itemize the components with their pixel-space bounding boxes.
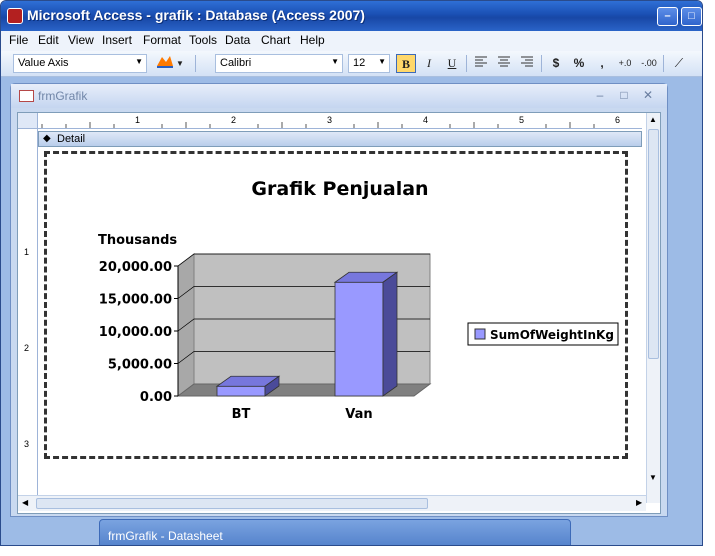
y-tick-label: 15,000.00 <box>99 293 172 308</box>
underline-button[interactable]: U <box>442 54 462 73</box>
menu-insert[interactable]: Insert <box>102 33 132 47</box>
scroll-up-arrow-icon[interactable]: ▲ <box>649 115 657 124</box>
design-surface: 1 2 3 4 5 6 1 2 3 ◆ Detail Grafik Penjua… <box>17 112 661 514</box>
y-tick-label: 5,000.00 <box>108 358 172 373</box>
font-name-combo[interactable]: Calibri ▼ <box>215 54 343 73</box>
form-icon <box>19 90 34 102</box>
align-center-icon[interactable] <box>494 54 514 73</box>
ruler-h-label: 1 <box>135 115 141 125</box>
y-tick-label: 0.00 <box>140 390 172 405</box>
menu-data[interactable]: Data <box>225 33 250 47</box>
fill-dropdown-icon[interactable]: ▼ <box>175 54 185 73</box>
ruler-h-label: 5 <box>519 115 525 125</box>
vertical-ruler: 1 2 3 <box>18 129 38 503</box>
window-title: Microsoft Access - grafik : Database (Ac… <box>27 7 365 23</box>
menu-tools[interactable]: Tools <box>189 33 217 47</box>
align-left-icon[interactable] <box>471 54 491 73</box>
bar-front <box>216 385 266 397</box>
font-size-value: 12 <box>353 57 366 69</box>
decrease-decimal-button[interactable]: -.00 <box>639 54 659 73</box>
chart-title: Grafik Penjualan <box>251 178 428 200</box>
ruler-h-label: 3 <box>327 115 333 125</box>
increase-decimal-button[interactable]: +.0 <box>615 54 635 73</box>
object-selector[interactable]: Value Axis ▼ <box>13 54 147 73</box>
comma-button[interactable]: , <box>592 54 612 73</box>
form-minimize-button[interactable]: – <box>591 88 609 104</box>
bar-front <box>334 281 384 397</box>
vertical-scrollbar[interactable]: ▲ ▼ <box>646 113 660 503</box>
object-selector-value: Value Axis <box>18 57 69 69</box>
bold-button[interactable]: B <box>396 54 416 73</box>
section-arrow-icon: ◆ <box>43 133 51 144</box>
access-window: Microsoft Access - grafik : Database (Ac… <box>0 0 703 546</box>
fill-color-icon[interactable] <box>155 54 175 73</box>
ruler-v-label: 3 <box>24 439 30 449</box>
horizontal-ruler: 1 2 3 4 5 6 <box>38 113 642 129</box>
form-title: frmGrafik <box>38 89 88 103</box>
menu-chart[interactable]: Chart <box>261 33 290 47</box>
chevron-down-icon: ▼ <box>331 57 339 66</box>
scroll-down-arrow-icon[interactable]: ▼ <box>649 473 657 482</box>
access-logo-icon <box>7 8 23 24</box>
form-maximize-button[interactable]: □ <box>615 88 633 104</box>
scroll-right-arrow-icon[interactable]: ▶ <box>636 498 642 507</box>
ruler-h-label: 6 <box>615 115 621 125</box>
font-name-value: Calibri <box>220 57 252 69</box>
angle-text-icon[interactable]: ⟋ <box>669 54 689 73</box>
align-right-icon[interactable] <box>517 54 537 73</box>
detail-section-bar[interactable]: ◆ Detail <box>38 131 642 147</box>
datasheet-tab-label: frmGrafik - Datasheet <box>108 529 223 543</box>
menu-help[interactable]: Help <box>300 33 325 47</box>
maximize-button[interactable]: □ <box>681 7 702 26</box>
ruler-v-label: 1 <box>24 247 30 257</box>
form-window: frmGrafik – □ ✕ 1 2 3 4 5 6 1 2 3 ◆ Deta… <box>10 83 668 517</box>
scroll-left-arrow-icon[interactable]: ◀ <box>22 498 28 507</box>
menu-file[interactable]: File <box>9 33 28 47</box>
chevron-down-icon: ▼ <box>378 57 386 66</box>
menu-edit[interactable]: Edit <box>38 33 59 47</box>
italic-button[interactable]: I <box>419 54 439 73</box>
percent-button[interactable]: % <box>569 54 589 73</box>
ruler-h-label: 4 <box>423 115 429 125</box>
x-tick-label: Van <box>345 407 372 422</box>
y-axis-units-label: Thousands <box>98 233 177 248</box>
ruler-h-label: 2 <box>231 115 237 125</box>
chart-object[interactable]: Grafik Penjualan Thousands 20,000.00 15,000… <box>44 151 628 459</box>
toolbar-separator <box>541 55 542 72</box>
menu-bar: File Edit View Insert Format Tools Data … <box>1 31 702 51</box>
formatting-toolbar: Value Axis ▼ ▼ Calibri ▼ 12 ▼ B I U $ % … <box>1 51 702 77</box>
bar-side <box>382 271 398 397</box>
minimize-button[interactable]: – <box>657 7 678 26</box>
chevron-down-icon: ▼ <box>135 57 143 66</box>
toolbar-separator <box>466 55 467 72</box>
menu-format[interactable]: Format <box>143 33 181 47</box>
form-title-bar: frmGrafik – □ ✕ <box>11 84 667 108</box>
legend-swatch <box>474 328 486 340</box>
toolbar-separator <box>195 55 196 72</box>
legend-label: SumOfWeightInKg <box>490 328 614 342</box>
detail-section-label: Detail <box>57 133 86 145</box>
scroll-thumb[interactable] <box>648 129 659 359</box>
chart-canvas: Grafik Penjualan Thousands 20,000.00 15,000… <box>98 178 619 422</box>
title-bar: Microsoft Access - grafik : Database (Ac… <box>1 1 702 31</box>
ruler-corner <box>18 113 38 129</box>
horizontal-scrollbar[interactable]: ◀ ▶ <box>18 495 646 511</box>
currency-button[interactable]: $ <box>546 54 566 73</box>
font-size-combo[interactable]: 12 ▼ <box>348 54 390 73</box>
form-close-button[interactable]: ✕ <box>639 88 657 104</box>
ruler-v-label: 2 <box>24 343 30 353</box>
scroll-thumb[interactable] <box>36 498 428 509</box>
toolbar-separator <box>663 55 664 72</box>
x-tick-label: BT <box>232 407 251 422</box>
y-tick-label: 10,000.00 <box>99 325 172 340</box>
datasheet-window-tab[interactable]: frmGrafik - Datasheet <box>99 519 571 545</box>
y-tick-label: 20,000.00 <box>99 260 172 275</box>
menu-view[interactable]: View <box>68 33 94 47</box>
